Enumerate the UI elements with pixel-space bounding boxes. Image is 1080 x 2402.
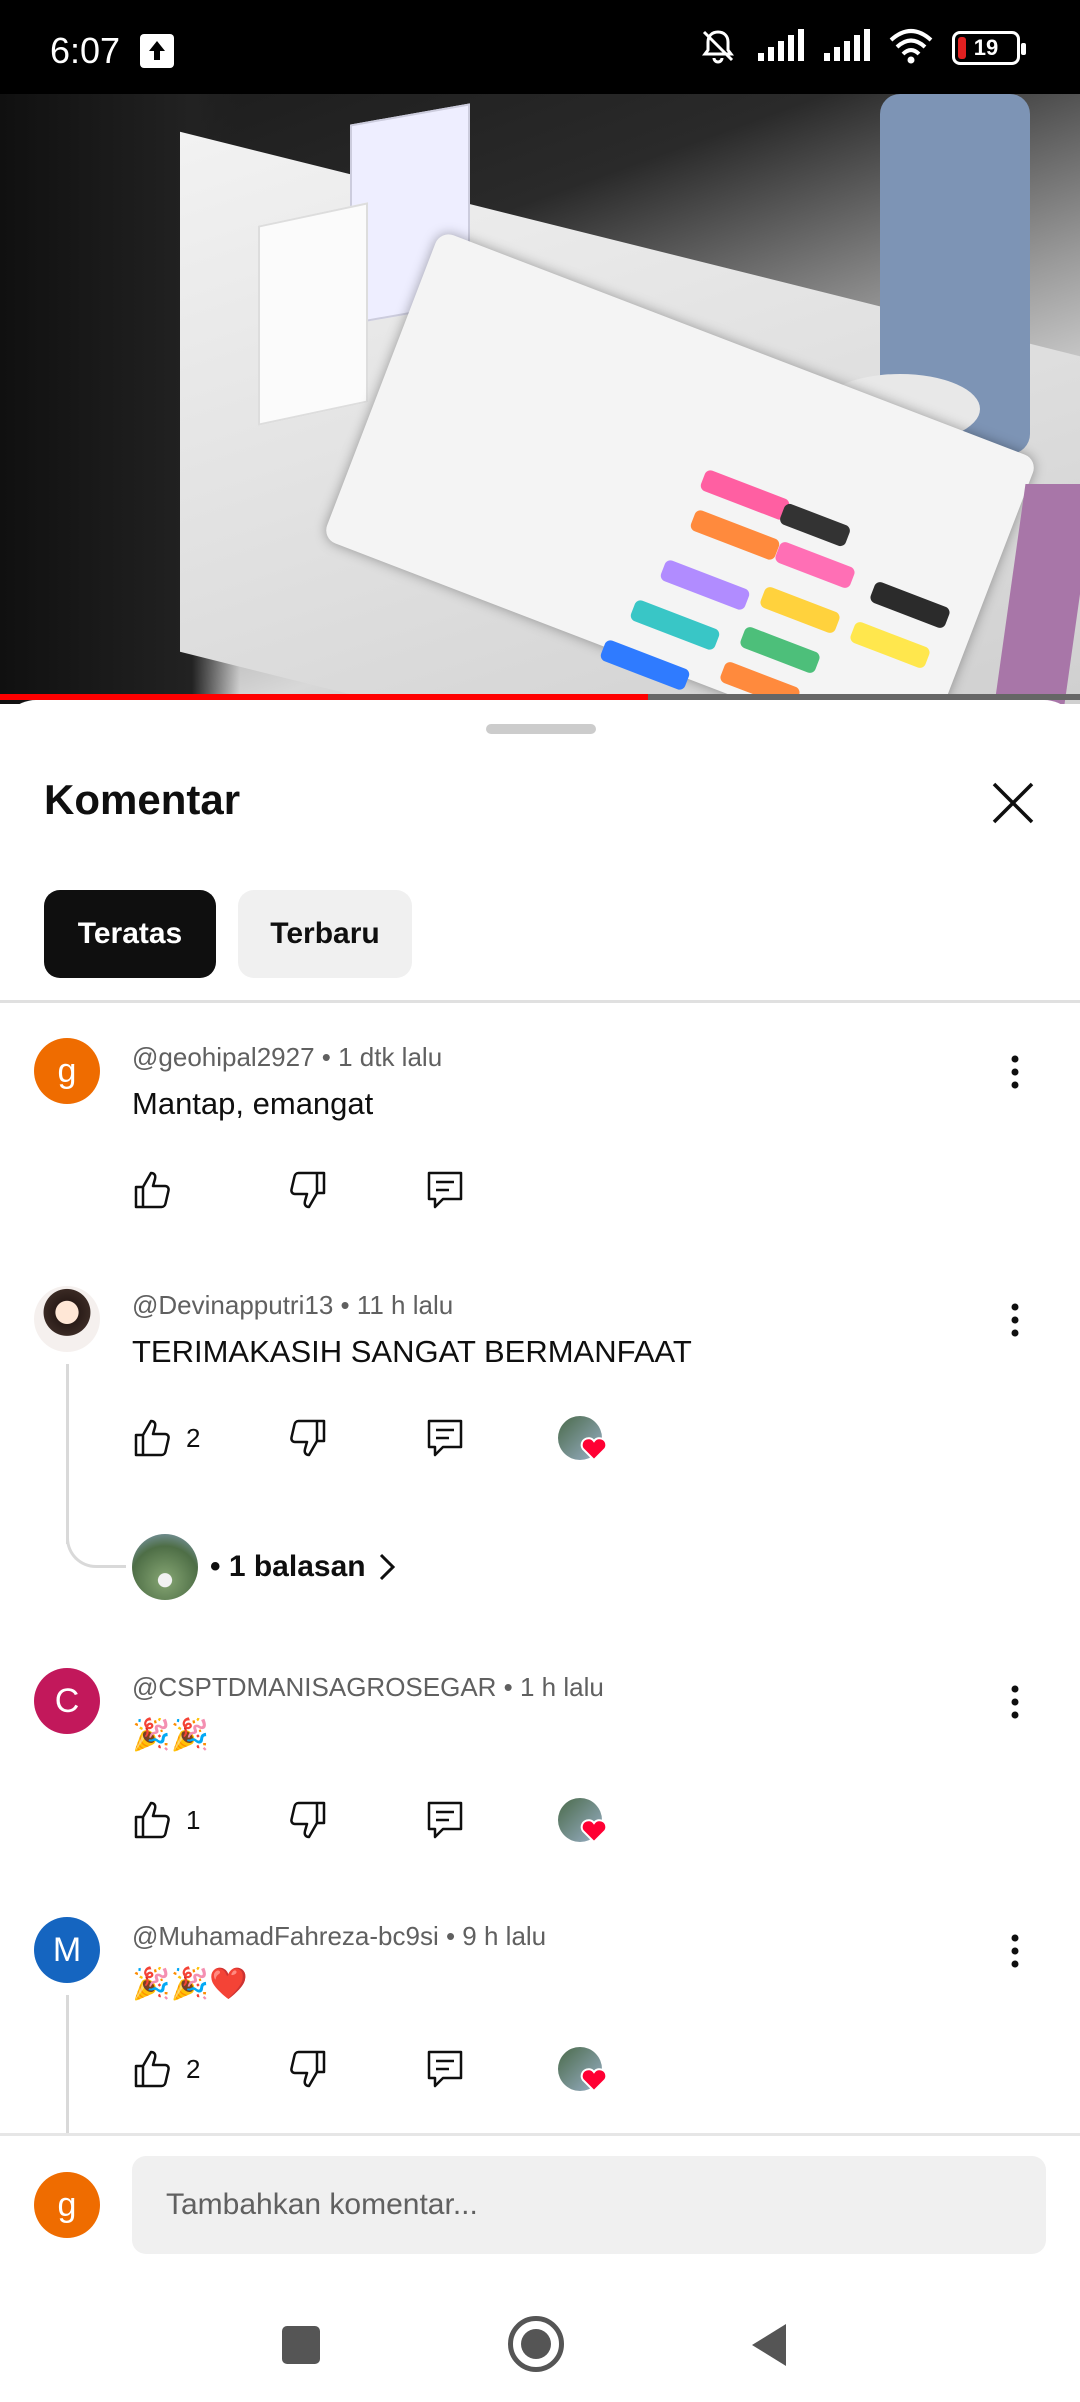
creator-heart-badge — [558, 1416, 608, 1462]
drag-handle[interactable] — [486, 724, 596, 734]
more-options-icon[interactable] — [1000, 1300, 1030, 1340]
comment-text: Mantap, emangat — [132, 1086, 374, 1121]
divider — [0, 1000, 1080, 1003]
comment-meta[interactable]: @Devinapputri13 • 11 h lalu — [132, 1290, 453, 1321]
dislike-button[interactable] — [286, 1414, 328, 1462]
video-player[interactable] — [0, 94, 1080, 704]
add-comment-input[interactable]: Tambahkan komentar... — [132, 2156, 1046, 2254]
heart-icon — [580, 2068, 608, 2093]
recents-button[interactable] — [282, 2326, 320, 2364]
comment-composer: g Tambahkan komentar... — [0, 2133, 1080, 2400]
chevron-right-icon — [379, 1553, 395, 1581]
like-count: 2 — [186, 1422, 201, 1453]
reply-button[interactable] — [425, 1414, 465, 1462]
thumbs-down-icon — [290, 1801, 326, 1839]
battery-icon: 19 — [952, 31, 1026, 65]
comment-meta[interactable]: @CSPTDMANISAGROSEGAR • 1 h lalu — [132, 1672, 604, 1703]
reply-icon — [427, 2050, 463, 2088]
upload-icon — [140, 34, 174, 68]
back-button[interactable] — [750, 2322, 790, 2373]
replies-count: • 1 balasan — [210, 1550, 366, 1583]
thumbs-up-icon — [134, 1171, 170, 1209]
signal-icon — [822, 28, 870, 68]
battery-level: 19 — [973, 35, 999, 60]
thumbs-up-icon — [134, 1419, 170, 1457]
more-options-icon[interactable] — [1000, 1931, 1030, 1971]
like-button[interactable] — [132, 1166, 174, 1214]
system-nav-bar — [0, 2292, 1080, 2402]
comment-meta[interactable]: @MuhamadFahreza-bc9si • 9 h lalu — [132, 1921, 546, 1952]
comment-text: 🎉🎉❤️ — [132, 1966, 248, 2001]
reply-icon — [427, 1801, 463, 1839]
like-count: 1 — [186, 1804, 201, 1835]
thread-connector — [66, 1518, 126, 1568]
reply-icon — [427, 1171, 463, 1209]
comment-item: C @CSPTDMANISAGROSEGAR • 1 h lalu 🎉🎉 1 — [0, 1660, 1080, 1890]
comment-text: TERIMAKASIH SANGAT BERMANFAAT — [132, 1334, 692, 1369]
reply-button[interactable] — [425, 1796, 465, 1844]
comment-item: g @geohipal2927 • 1 dtk lalu Mantap, ema… — [0, 1030, 1080, 1260]
more-options-icon[interactable] — [1000, 1682, 1030, 1722]
reply-button[interactable] — [425, 2045, 465, 2093]
avatar[interactable]: C — [34, 1668, 100, 1734]
dislike-button[interactable] — [286, 2045, 328, 2093]
heart-icon — [580, 1437, 608, 1462]
tab-terbaru[interactable]: Terbaru — [238, 890, 412, 978]
thread-line — [66, 1995, 69, 2135]
status-time: 6:07 — [50, 30, 121, 71]
dislike-button[interactable] — [286, 1796, 328, 1844]
dislike-button[interactable] — [286, 1166, 328, 1214]
user-avatar[interactable]: g — [34, 2172, 100, 2238]
creator-heart-badge — [558, 1798, 608, 1844]
avatar[interactable]: M — [34, 1917, 100, 1983]
thumbs-down-icon — [290, 1171, 326, 1209]
comment-item: M @MuhamadFahreza-bc9si • 9 h lalu 🎉🎉❤️ … — [0, 1909, 1080, 2139]
comment-item: @Devinapputri13 • 11 h lalu TERIMAKASIH … — [0, 1278, 1080, 1658]
comment-meta[interactable]: @geohipal2927 • 1 dtk lalu — [132, 1042, 442, 1073]
status-bar: 6:07 19 — [0, 0, 1080, 94]
like-count: 2 — [186, 2053, 201, 2084]
wifi-icon — [888, 28, 934, 69]
tab-teratas[interactable]: Teratas — [44, 890, 216, 978]
thumbs-up-icon — [134, 1801, 170, 1839]
sheet-title: Komentar — [44, 776, 241, 823]
thumbs-down-icon — [290, 1419, 326, 1457]
avatar[interactable] — [34, 1286, 100, 1352]
like-button[interactable]: 1 — [132, 1796, 200, 1844]
comment-text: 🎉🎉 — [132, 1717, 210, 1752]
thread-line — [66, 1364, 69, 1544]
more-options-icon[interactable] — [1000, 1052, 1030, 1092]
add-comment-placeholder: Tambahkan komentar... — [166, 2188, 478, 2221]
heart-icon — [580, 1819, 608, 1844]
reply-button[interactable] — [425, 1166, 465, 1214]
creator-heart-badge — [558, 2047, 608, 2093]
close-icon[interactable] — [990, 780, 1036, 826]
replies-button[interactable]: • 1 balasan — [210, 1550, 398, 1584]
reply-icon — [427, 1419, 463, 1457]
signal-icon — [756, 28, 804, 68]
like-button[interactable]: 2 — [132, 1414, 200, 1462]
reply-avatar — [132, 1534, 198, 1600]
like-button[interactable]: 2 — [132, 2045, 200, 2093]
home-button[interactable] — [508, 2316, 564, 2372]
thumbs-up-icon — [134, 2050, 170, 2088]
thumbs-down-icon — [290, 2050, 326, 2088]
avatar[interactable]: g — [34, 1038, 100, 1104]
mute-bell-icon — [698, 26, 738, 71]
